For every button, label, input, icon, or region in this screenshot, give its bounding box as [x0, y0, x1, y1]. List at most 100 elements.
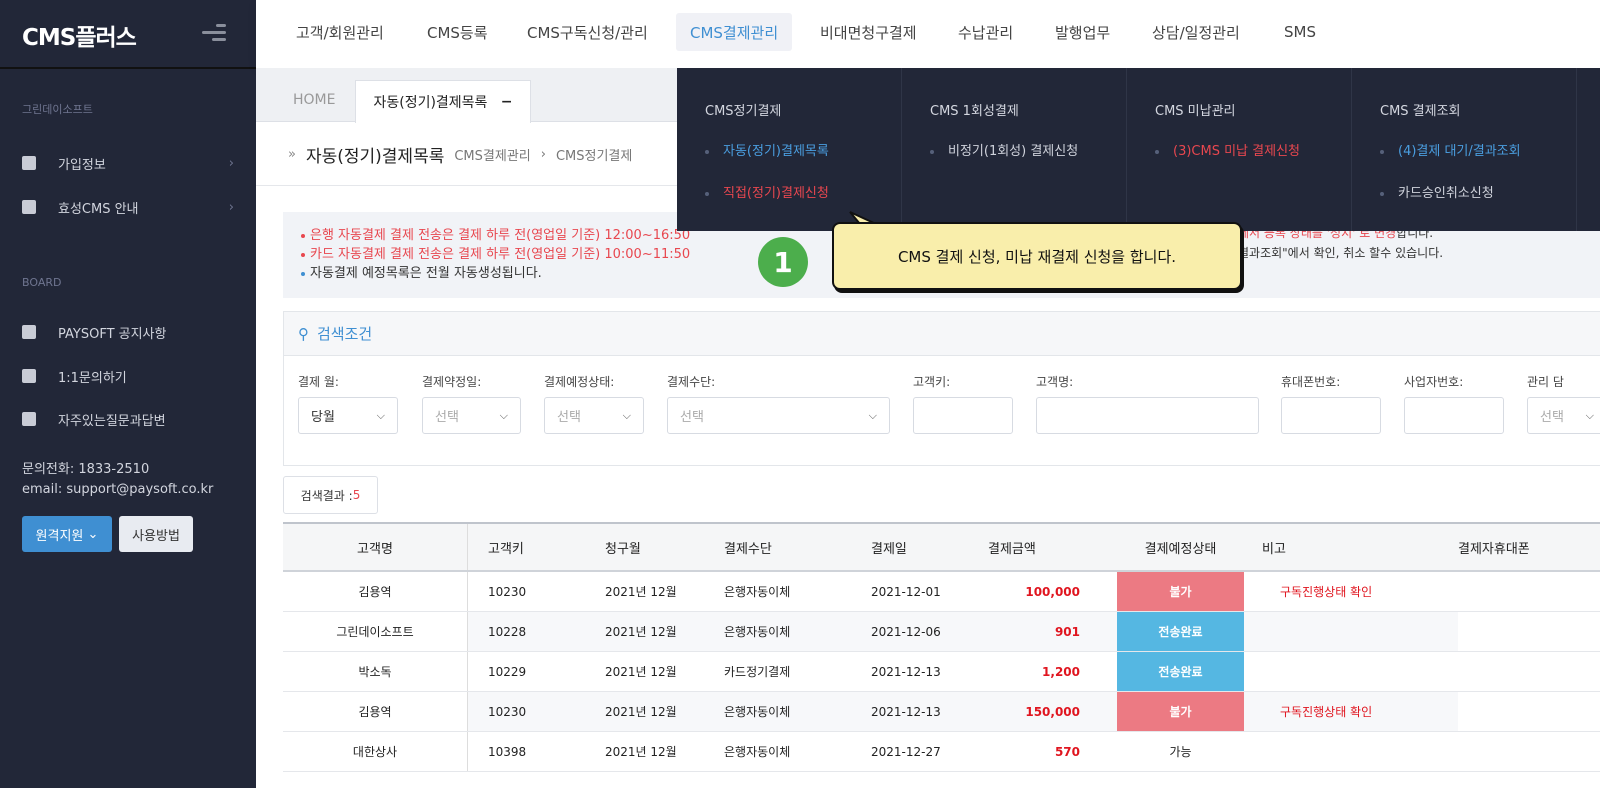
nav-cms-payment[interactable]: CMS결제관리	[676, 13, 793, 51]
bullet-icon	[705, 191, 709, 196]
cell-note: 구독진행상태 확인	[1280, 585, 1373, 599]
breadcrumb-item[interactable]: CMS정기결제	[556, 145, 632, 164]
menu-toggle-icon[interactable]	[202, 22, 226, 42]
mail-icon	[22, 325, 36, 339]
field-label: 고객명:	[1036, 375, 1074, 389]
wallet-icon	[22, 200, 36, 214]
filter-select[interactable]: 선택 ⌵	[667, 397, 890, 434]
column-header[interactable]: 비고	[1262, 524, 1458, 570]
nav-customer[interactable]: 고객/회원관리	[282, 13, 398, 51]
nav-issue[interactable]: 발행업무	[1041, 13, 1124, 51]
chevron-down-icon: ⌵	[1585, 408, 1594, 422]
mega-menu-column: CMS 1회성결제비정기(1회성) 결제신청	[902, 68, 1127, 231]
chevron-down-icon: ⌄	[87, 526, 99, 542]
sidebar-item-hyosung-cms[interactable]: 효성CMS 안내 ›	[22, 195, 234, 219]
sidebar-item-faq[interactable]: 자주있는질문과답변	[22, 407, 234, 431]
cell-note	[1262, 732, 1458, 771]
mega-menu-item[interactable]: 직접(정기)결제신청	[705, 182, 829, 201]
bullet-icon	[1380, 149, 1384, 154]
step-number-badge: 1	[758, 237, 808, 287]
payment-table: 고객명 고객키 청구월 결제수단 결제일 결제금액 결제예정상태 비고 결제자휴대폰 김용역 102…	[283, 522, 1600, 772]
sidebar-item-inquiry[interactable]: 1:1문의하기	[22, 364, 234, 388]
cell-phone	[1458, 692, 1600, 731]
table-row[interactable]: 김용역 10230 2021년 12월 은행자동이체 2021-12-01 100,000…	[283, 572, 1600, 612]
mega-menu-item-label: 비정기(1회성) 결제신청	[948, 144, 1079, 159]
mega-menu-item-label: (3)CMS 미납 결제신청	[1173, 144, 1300, 159]
cell-method: 은행자동이체	[724, 745, 791, 759]
nav-consult[interactable]: 상담/일정관리	[1138, 13, 1254, 51]
mega-menu-heading: CMS정기결제	[705, 104, 782, 119]
chevron-down-icon: ⌵	[376, 408, 385, 422]
filter-select[interactable]: 선택 ⌵	[422, 397, 521, 434]
column-header[interactable]: 결제예정상태	[1117, 524, 1244, 570]
remote-support-button[interactable]: 원격지원 ⌄	[22, 516, 112, 552]
mega-menu-item[interactable]: 자동(정기)결제목록	[705, 140, 829, 159]
sidebar-item-label: 효성CMS 안내	[58, 201, 139, 217]
chevron-down-icon: ⌵	[868, 408, 877, 422]
table-row[interactable]: 박소독 10229 2021년 12월 카드정기결제 2021-12-13 1,200 전송…	[283, 652, 1600, 692]
mega-menu-item[interactable]: 비정기(1회성) 결제신청	[930, 140, 1078, 159]
how-to-use-button[interactable]: 사용방법	[119, 516, 193, 552]
mega-menu-item[interactable]: (4)결제 대기/결과조회	[1380, 140, 1521, 159]
search-icon: ⚲	[298, 324, 309, 343]
tab-home[interactable]: HOME	[293, 92, 335, 108]
status-badge: 전송완료	[1117, 612, 1244, 651]
field-value: 선택	[557, 410, 581, 425]
mega-menu-item-label: 자동(정기)결제목록	[723, 144, 829, 159]
table-row[interactable]: 그린데이소프트 10228 2021년 12월 은행자동이체 2021-12-06 901…	[283, 612, 1600, 652]
close-tab-icon[interactable]: −	[501, 94, 513, 110]
filter-input[interactable]	[913, 397, 1013, 434]
mega-menu-heading: CMS 1회성결제	[930, 104, 1019, 119]
nav-collection[interactable]: 수납관리	[944, 13, 1027, 51]
nav-contactless[interactable]: 비대면청구결제	[806, 13, 931, 51]
filter-select[interactable]: 선택 ⌵	[544, 397, 644, 434]
filter-input[interactable]	[1281, 397, 1381, 434]
table-row[interactable]: 대한상사 10398 2021년 12월 은행자동이체 2021-12-27 570 가능	[283, 732, 1600, 772]
mega-menu-item[interactable]: (3)CMS 미납 결제신청	[1155, 140, 1300, 159]
cell-phone	[1458, 572, 1600, 611]
cell-name: 그린데이소프트	[283, 612, 468, 651]
bullet-icon	[930, 149, 934, 154]
search-title: 검색조건	[317, 325, 373, 343]
sidebar-item-label: 가입정보	[58, 157, 106, 173]
nav-cms-register[interactable]: CMS등록	[413, 13, 502, 51]
filter-input[interactable]	[1404, 397, 1504, 434]
tab-current[interactable]: 자동(정기)결제목록 −	[355, 80, 531, 123]
table-row[interactable]: 김용역 10230 2021년 12월 은행자동이체 2021-12-13 150,000…	[283, 692, 1600, 732]
cell-note: 구독진행상태 확인	[1280, 705, 1373, 719]
column-header[interactable]: 고객키	[488, 524, 605, 570]
column-header[interactable]: 결제수단	[724, 524, 871, 570]
sidebar-item-join-info[interactable]: 가입정보 ›	[22, 151, 234, 175]
sidebar-item-notice[interactable]: PAYSOFT 공지사항	[22, 320, 234, 344]
sidebar: CMS플러스 그린데이소프트 가입정보 › 효성CMS 안내 › BOARD PAY…	[0, 0, 256, 788]
cell-amount: 570	[1054, 744, 1080, 759]
column-header[interactable]: 결제일	[871, 524, 988, 570]
column-header[interactable]: 고객명	[283, 524, 468, 570]
cell-name: 대한상사	[283, 732, 468, 771]
cell-phone	[1458, 612, 1600, 651]
chevron-down-icon: ⌵	[622, 408, 631, 422]
document-icon	[22, 412, 36, 426]
column-header[interactable]: 결제자휴대폰	[1458, 524, 1600, 570]
field-label: 고객키:	[913, 375, 951, 389]
filter-select[interactable]: 당월 ⌵	[298, 397, 398, 434]
cell-key: 10228	[488, 624, 527, 639]
id-card-icon	[22, 156, 36, 170]
notice-right-line: 결과조회"에서 확인, 취소 할수 있습니다.	[1238, 246, 1444, 260]
logo[interactable]: CMS플러스	[22, 18, 137, 52]
cell-month: 2021년 12월	[605, 665, 677, 679]
email: email: support@paysoft.co.kr	[22, 482, 214, 497]
nav-sms[interactable]: SMS	[1270, 13, 1330, 51]
column-header[interactable]: 청구월	[605, 524, 724, 570]
divider	[0, 67, 256, 69]
mega-menu-column: CMS정기결제자동(정기)결제목록직접(정기)결제신청	[677, 68, 902, 231]
mega-menu-item[interactable]: 카드승인취소신청	[1380, 182, 1494, 201]
breadcrumb-item[interactable]: CMS결제관리	[454, 145, 530, 164]
filter-input[interactable]	[1036, 397, 1259, 434]
filter-select[interactable]: 선택 ⌵	[1527, 397, 1600, 434]
chevron-right-icon: ›	[540, 147, 546, 162]
nav-cms-subscription[interactable]: CMS구독신청/관리	[513, 13, 662, 51]
cell-phone	[1458, 732, 1600, 771]
cell-note	[1262, 652, 1458, 691]
column-header[interactable]: 결제금액	[988, 524, 1116, 570]
